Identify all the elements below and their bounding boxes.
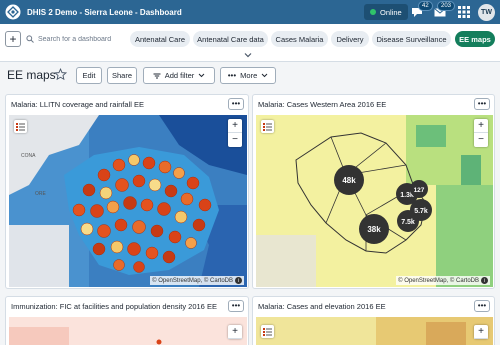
- zoom-in-button[interactable]: +: [474, 119, 488, 133]
- dashboards-bar: + Antenatal Care Antenatal Care data Cas…: [0, 24, 500, 62]
- more-dots-icon: •••: [227, 71, 237, 80]
- item-menu-button[interactable]: •••: [474, 300, 490, 312]
- zoom-in-button[interactable]: +: [228, 119, 242, 133]
- add-filter-label: Add filter: [164, 71, 195, 80]
- dashboard-search[interactable]: [26, 32, 126, 46]
- dashboard-chip-antenatal-care-data[interactable]: Antenatal Care data: [193, 31, 268, 47]
- item-title: Malaria: LLITN coverage and rainfall EE: [11, 100, 144, 109]
- header-bar: DHIS 2 Demo - Sierra Leone - Dashboard O…: [0, 0, 500, 24]
- zoom-in-button[interactable]: +: [474, 325, 488, 339]
- more-label: More: [240, 71, 258, 80]
- dashboard-header: EE maps Edit Share Add filter ••• More: [0, 62, 500, 90]
- search-icon: [26, 35, 34, 43]
- legend-button[interactable]: [14, 120, 27, 133]
- item-menu-button[interactable]: •••: [228, 300, 244, 312]
- zoom-control: +: [228, 325, 242, 339]
- dashboard-item-fic-population-density: Immunization: FIC at facilities and popu…: [5, 296, 249, 345]
- elevation-map[interactable]: [256, 317, 493, 345]
- dashboard-item-llitn-rainfall: Malaria: LLITN coverage and rainfall EE …: [5, 94, 249, 289]
- map-view[interactable]: 48k 1.3k 127 5.7k 7.5k 38k + − © OpenStr…: [256, 115, 493, 287]
- chevron-down-icon: [198, 73, 205, 78]
- legend-icon: [263, 327, 272, 336]
- legend-button[interactable]: [261, 120, 274, 133]
- user-avatar[interactable]: TW: [478, 4, 495, 21]
- info-icon[interactable]: i: [235, 277, 242, 284]
- item-title: Malaria: Cases Western Area 2016 EE: [258, 100, 387, 109]
- item-title: Malaria: Cases and elevation 2016 EE: [258, 302, 386, 311]
- map-view[interactable]: +: [9, 317, 247, 345]
- app-title: DHIS 2 Demo - Sierra Leone - Dashboard: [27, 7, 182, 17]
- zoom-control: +: [474, 325, 488, 339]
- map-view[interactable]: +: [256, 317, 493, 345]
- attribution-text: © OpenStreetMap, © CartoDB: [398, 277, 479, 284]
- online-label: Online: [380, 7, 402, 17]
- add-dashboard-button[interactable]: +: [5, 31, 21, 47]
- item-menu-button[interactable]: •••: [474, 98, 490, 110]
- info-icon[interactable]: i: [481, 277, 488, 284]
- density-map[interactable]: [9, 317, 247, 345]
- cluster-label: 48k: [342, 176, 356, 185]
- cluster-label: 38k: [367, 225, 381, 234]
- cases-map[interactable]: 48k 1.3k 127 5.7k 7.5k 38k: [256, 115, 493, 287]
- messages-badge: 203: [437, 1, 456, 11]
- item-menu-button[interactable]: •••: [228, 98, 244, 110]
- dashboard-title: EE maps: [7, 68, 56, 82]
- chevron-down-icon: [261, 73, 268, 78]
- dashboard-chip-disease-surveillance[interactable]: Disease Surveillance: [372, 31, 451, 47]
- map-label: CONA: [21, 153, 36, 159]
- dashboard-chip-antenatal-care[interactable]: Antenatal Care: [130, 31, 190, 47]
- zoom-in-button[interactable]: +: [228, 325, 242, 339]
- online-status[interactable]: Online: [364, 4, 408, 20]
- share-button[interactable]: Share: [107, 67, 137, 84]
- online-dot-icon: [370, 9, 376, 15]
- map-attribution: © OpenStreetMap, © CartoDB i: [150, 276, 244, 285]
- zoom-out-button[interactable]: −: [228, 133, 242, 147]
- cluster-label: 127: [414, 187, 425, 194]
- dashboard-item-cases-western-area: Malaria: Cases Western Area 2016 EE ••• …: [252, 94, 495, 289]
- dhis2-logo-icon[interactable]: [5, 4, 21, 20]
- star-icon[interactable]: [54, 68, 67, 81]
- legend-button[interactable]: [261, 325, 274, 338]
- map-view[interactable]: CONA ORE + − © OpenStreetMap, © CartoDB …: [9, 115, 247, 287]
- interpretations-badge: 42: [418, 1, 433, 11]
- chevron-down-icon[interactable]: [244, 52, 252, 58]
- dashboard-chip-cases-malaria[interactable]: Cases Malaria: [271, 31, 328, 47]
- apps-grid-icon[interactable]: [457, 5, 471, 19]
- attribution-text: © OpenStreetMap, © CartoDB: [152, 277, 233, 284]
- map-attribution: © OpenStreetMap, © CartoDB i: [396, 276, 490, 285]
- rainfall-map[interactable]: CONA ORE: [9, 115, 247, 287]
- dashboard-item-cases-elevation: Malaria: Cases and elevation 2016 EE •••…: [252, 296, 495, 345]
- map-label: ORE: [35, 191, 47, 197]
- item-title: Immunization: FIC at facilities and popu…: [11, 302, 217, 311]
- legend-icon: [16, 122, 25, 131]
- edit-button[interactable]: Edit: [76, 67, 102, 84]
- zoom-control: + −: [474, 119, 488, 147]
- dashboard-chip-delivery[interactable]: Delivery: [331, 31, 369, 47]
- search-input[interactable]: [38, 35, 124, 43]
- add-filter-button[interactable]: Add filter: [143, 67, 215, 84]
- cluster-label: 7.5k: [401, 219, 415, 226]
- zoom-out-button[interactable]: −: [474, 133, 488, 147]
- filter-icon: [153, 73, 161, 78]
- zoom-control: + −: [228, 119, 242, 147]
- more-button[interactable]: ••• More: [220, 67, 276, 84]
- legend-icon: [263, 122, 272, 131]
- dashboard-chip-ee-maps[interactable]: EE maps: [455, 31, 495, 47]
